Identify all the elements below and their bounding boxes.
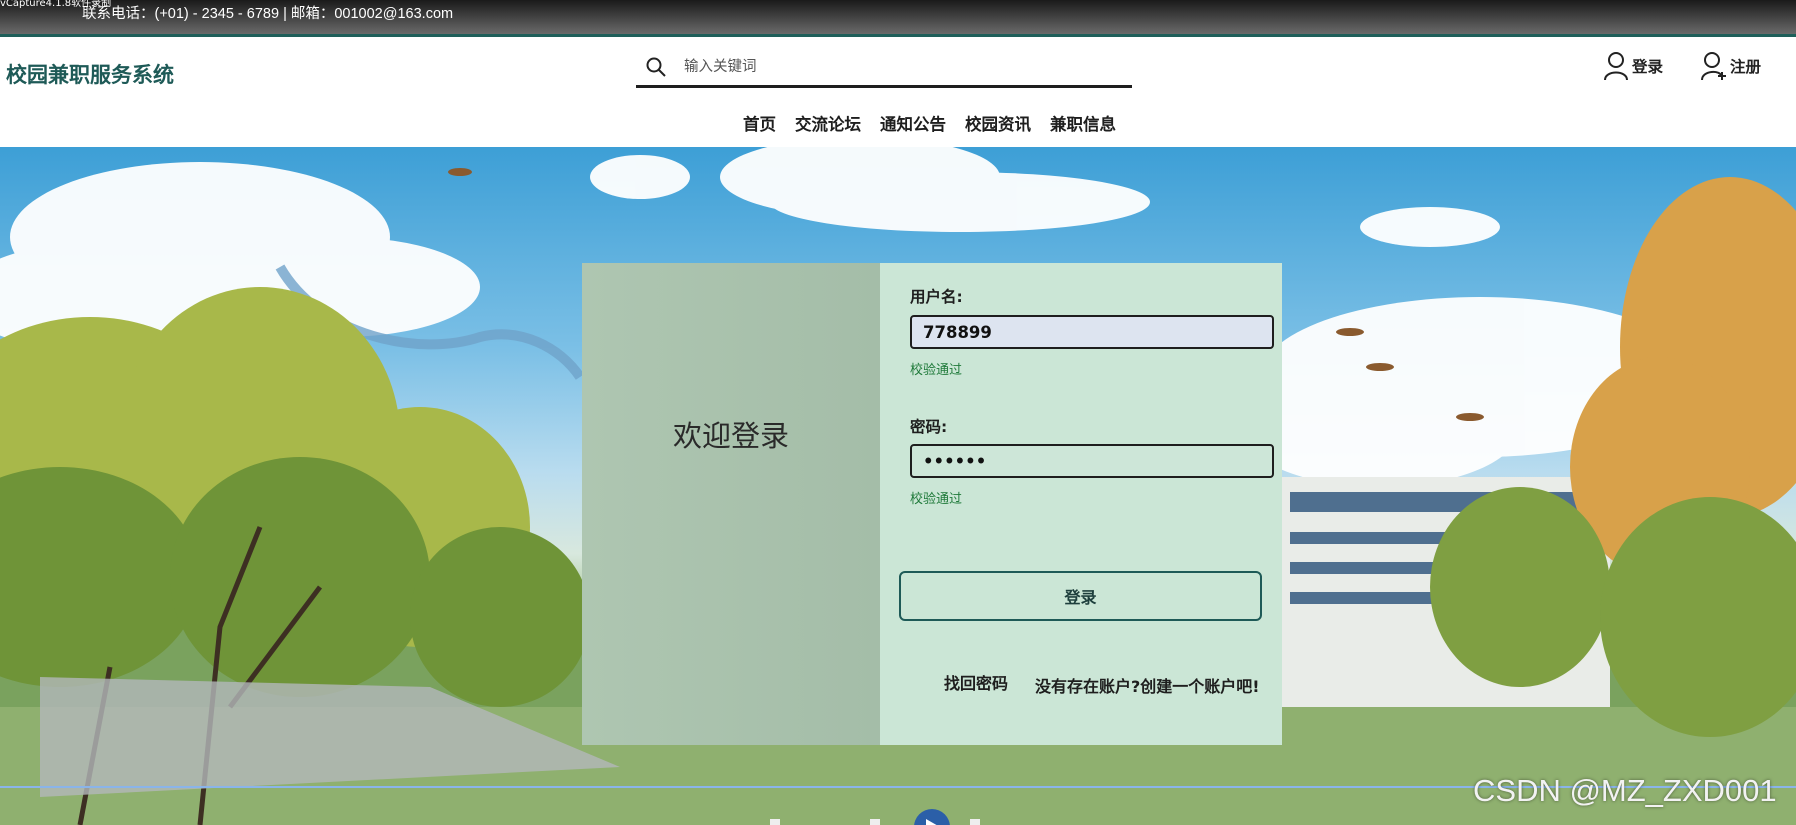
login-link[interactable]: 登录: [1603, 51, 1663, 81]
user-icon: [1604, 52, 1628, 81]
prev-icon[interactable]: [870, 819, 880, 825]
user-add-icon: [1701, 52, 1726, 81]
nav-notices[interactable]: 通知公告: [880, 111, 946, 135]
next-icon[interactable]: [970, 819, 980, 825]
welcome-heading: 欢迎登录: [672, 419, 789, 453]
player-controls: [770, 809, 980, 825]
nav-part-time-jobs[interactable]: 兼职信息: [1050, 111, 1116, 135]
site-title: 校园兼职服务系统: [6, 63, 174, 87]
username-label: 用户名:: [910, 288, 963, 306]
watermark: CSDN @MZ_ZXD001: [1473, 773, 1777, 808]
top-contact-bar: vCapture4.1.8软件录制 联系电话：(+01) - 2345 - 67…: [0, 0, 1796, 37]
nav-forum[interactable]: 交流论坛: [795, 111, 861, 135]
rewind-icon[interactable]: [770, 819, 780, 825]
contact-info: 联系电话：(+01) - 2345 - 6789 | 邮箱：001002@163…: [82, 6, 454, 22]
login-submit-button[interactable]: 登录: [899, 571, 1262, 621]
main-nav: 首页 交流论坛 通知公告 校园资讯 兼职信息: [743, 111, 1116, 135]
username-field[interactable]: [910, 315, 1274, 349]
password-validation-hint: 校验通过: [910, 492, 963, 507]
search-input[interactable]: [682, 54, 1106, 80]
password-field[interactable]: [910, 444, 1274, 478]
forgot-password-link[interactable]: 找回密码: [944, 670, 1008, 694]
search-icon[interactable]: [645, 56, 667, 78]
username-validation-hint: 校验通过: [910, 363, 963, 378]
nav-campus-news[interactable]: 校园资讯: [965, 111, 1031, 135]
login-form-panel: 用户名: 校验通过 密码: 校验通过 登录 找回密码 没有存在账户?创建一个账户…: [880, 263, 1282, 745]
site-header: 校园兼职服务系统 登录 注册 首页 交流论坛 通知公告 校园资讯 兼职信息: [0, 37, 1796, 147]
search-bar: [636, 50, 1132, 88]
login-welcome-panel: 欢迎登录: [582, 263, 880, 745]
register-link-label: 注册: [1730, 58, 1762, 76]
login-link-label: 登录: [1632, 58, 1664, 76]
nav-home[interactable]: 首页: [743, 111, 776, 135]
password-label: 密码:: [910, 418, 948, 436]
register-link[interactable]: 注册: [1701, 51, 1761, 81]
create-account-link[interactable]: 没有存在账户?创建一个账户吧!: [1035, 673, 1260, 697]
